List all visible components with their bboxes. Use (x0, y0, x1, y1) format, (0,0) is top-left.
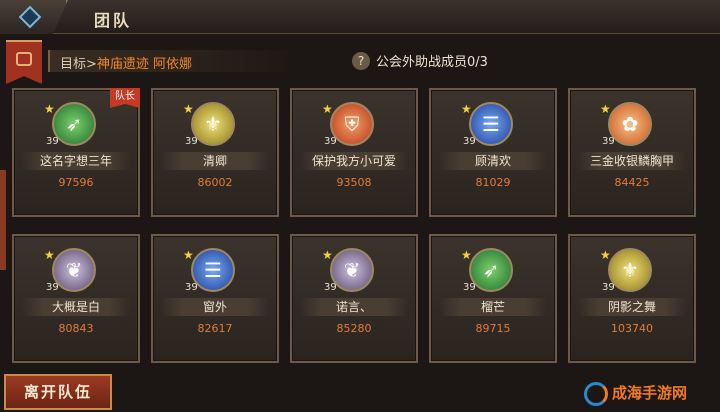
member-grid: ➶ ★ 39 这名字想三年 97596 队长 ⚜ ★ 39 清卿 86002 ⛨ ★ 39 保护我方小可爱 9… (12, 88, 712, 363)
target-label: 目标> (60, 57, 97, 72)
member-power: 97596 (58, 176, 94, 189)
member-level: 39 (46, 282, 59, 293)
star-icon: ★ (322, 102, 333, 116)
wing-icon: ❦ (65, 258, 83, 282)
member-level: 39 (324, 136, 337, 147)
page-title: 团队 (94, 11, 133, 30)
star-icon: ★ (600, 102, 611, 116)
help-icon[interactable]: ? (352, 51, 370, 70)
side-tab[interactable] (0, 170, 6, 270)
member-level: 39 (602, 136, 615, 147)
member-card[interactable]: ⚜ ★ 39 阴影之舞 103740 (568, 234, 696, 363)
member-power: 89715 (475, 322, 511, 335)
back-button[interactable] (0, 0, 68, 34)
member-card[interactable]: ✿ ★ 39 三金收银鳞胸甲 84425 (568, 88, 696, 217)
guild-help-row: ? 公会外助战成员0/3 (352, 51, 488, 70)
top-bar: 团队 (0, 0, 720, 34)
member-name: 这名字想三年 (22, 152, 130, 170)
paw-icon: ✿ (621, 112, 639, 136)
member-name: 大概是白 (22, 298, 130, 316)
back-arrow-icon (18, 5, 42, 29)
member-card[interactable]: ❦ ★ 39 诺言、 85280 (290, 234, 418, 363)
member-name: 阴影之舞 (578, 298, 686, 316)
scroll-icon: ☰ (204, 258, 222, 282)
member-level: 39 (46, 136, 59, 147)
leader-badge: 队长 (110, 88, 140, 108)
member-level: 39 (185, 282, 198, 293)
star-icon: ★ (44, 102, 55, 116)
member-card[interactable]: ☰ ★ 39 窗外 82617 (151, 234, 279, 363)
watermark-logo-icon (584, 381, 608, 406)
member-power: 80843 (58, 322, 94, 335)
member-power: 85280 (336, 322, 372, 335)
member-name: 窗外 (161, 298, 269, 316)
shield-icon: ⛨ (344, 112, 360, 136)
member-level: 39 (463, 282, 476, 293)
lily-icon: ⚜ (621, 258, 639, 282)
member-card[interactable]: ⚜ ★ 39 清卿 86002 (151, 88, 279, 217)
member-level: 39 (185, 136, 198, 147)
member-card[interactable]: ➶ ★ 39 这名字想三年 97596 队长 (12, 88, 140, 217)
member-power: 84425 (614, 176, 650, 189)
member-card[interactable]: ❦ ★ 39 大概是白 80843 (12, 234, 140, 363)
member-power: 93508 (336, 176, 372, 189)
member-card[interactable]: ☰ ★ 39 顾清欢 81029 (429, 88, 557, 217)
member-name: 诺言、 (300, 298, 408, 316)
member-power: 81029 (475, 176, 511, 189)
target-value: 神庙遗迹 阿依娜 (96, 57, 193, 72)
member-name: 榴芒 (439, 298, 547, 316)
watermark-text: 成海手游网 (612, 384, 688, 402)
watermark: 成海手游网 (584, 378, 720, 408)
member-power: 103740 (611, 322, 653, 335)
star-icon: ★ (600, 248, 611, 262)
star-icon: ★ (183, 102, 194, 116)
banner-emblem-icon (16, 52, 32, 66)
wing-icon: ❦ (343, 258, 361, 282)
member-power: 82617 (197, 322, 233, 335)
bow-icon: ➶ (482, 258, 500, 282)
member-card[interactable]: ⛨ ★ 39 保护我方小可爱 93508 (290, 88, 418, 217)
member-level: 39 (463, 136, 476, 147)
star-icon: ★ (44, 248, 55, 262)
member-name: 顾清欢 (439, 152, 547, 170)
guild-helper-count: 公会外助战成员0/3 (376, 55, 488, 70)
star-icon: ★ (461, 102, 472, 116)
leave-team-button[interactable]: 离开队伍 (4, 374, 112, 410)
target-bar: 目标>神庙遗迹 阿依娜 (48, 50, 288, 72)
bow-icon: ➶ (65, 112, 83, 136)
member-level: 39 (602, 282, 615, 293)
member-name: 三金收银鳞胸甲 (578, 152, 686, 170)
member-name: 保护我方小可爱 (300, 152, 408, 170)
team-banner (6, 40, 42, 84)
member-power: 86002 (197, 176, 233, 189)
star-icon: ★ (322, 248, 333, 262)
lily-icon: ⚜ (204, 112, 222, 136)
star-icon: ★ (461, 248, 472, 262)
member-level: 39 (324, 282, 337, 293)
star-icon: ★ (183, 248, 194, 262)
member-name: 清卿 (161, 152, 269, 170)
member-card[interactable]: ➶ ★ 39 榴芒 89715 (429, 234, 557, 363)
scroll-icon: ☰ (482, 112, 500, 136)
